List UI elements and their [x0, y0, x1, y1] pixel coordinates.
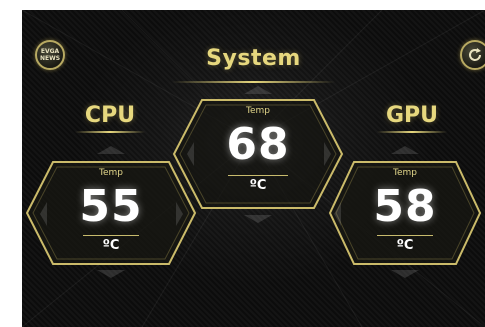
gpu-temp-label: Temp [393, 168, 417, 178]
cpu-temp-unit: ºC [102, 238, 120, 253]
gpu-label-underline [377, 131, 447, 133]
gpu-temp-value: 58 [373, 181, 437, 232]
system-temp-panel[interactable]: Temp 68 ºC [172, 98, 344, 210]
title-underline [172, 81, 335, 83]
cpu-temp-value: 55 [79, 181, 143, 232]
gpu-temp-panel[interactable]: Temp 58 ºC [328, 160, 482, 266]
cpu-temp-label: Temp [99, 168, 123, 178]
system-up-arrow[interactable] [244, 86, 272, 94]
system-unit-divider [228, 175, 288, 176]
gpu-temp-unit: ºC [396, 238, 414, 253]
system-temp-unit: ºC [249, 178, 267, 193]
cpu-right-arrow[interactable] [176, 202, 183, 226]
cpu-up-arrow[interactable] [97, 146, 125, 154]
cpu-down-arrow[interactable] [97, 270, 125, 278]
gpu-unit-divider [377, 235, 433, 236]
app-screen: EVGA NEWS System CPU GPU Temp 68 ºC Temp… [22, 10, 485, 327]
cpu-label-underline [75, 131, 145, 133]
cpu-temp-panel[interactable]: Temp 55 ºC [25, 160, 197, 266]
cpu-unit-divider [83, 235, 139, 236]
gpu-label: GPU [385, 103, 439, 128]
gpu-left-arrow[interactable] [334, 202, 341, 226]
gpu-down-arrow[interactable] [391, 270, 419, 278]
system-temp-label: Temp [246, 106, 270, 116]
system-temp-value: 68 [226, 119, 290, 170]
gpu-up-arrow[interactable] [391, 146, 419, 154]
cpu-label: CPU [84, 103, 136, 128]
page-title: System [206, 46, 301, 71]
system-down-arrow[interactable] [244, 215, 272, 223]
cpu-left-arrow[interactable] [40, 202, 47, 226]
